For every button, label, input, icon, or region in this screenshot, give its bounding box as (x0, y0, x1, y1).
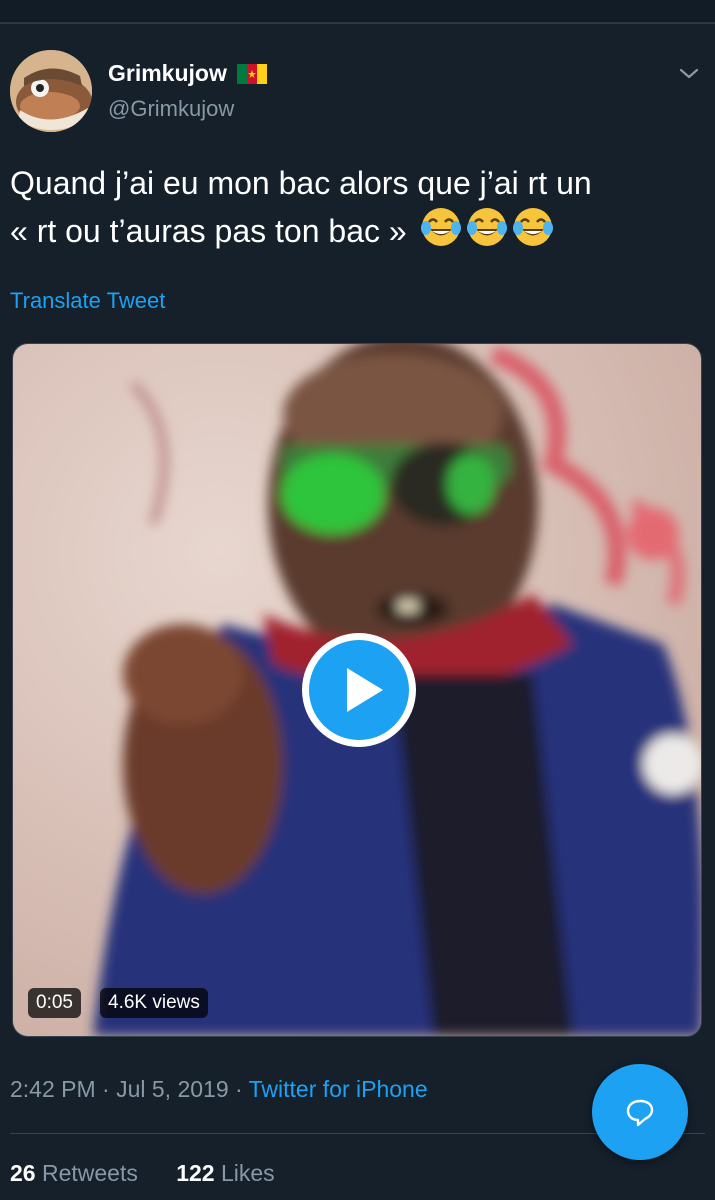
previous-tweet-edge (0, 0, 715, 22)
display-name-row[interactable]: Grimkujow (108, 60, 267, 87)
cameroon-flag-icon (236, 63, 267, 84)
tweet-text: Quand j’ai eu mon bac alors que j’ai rt … (10, 160, 700, 254)
tears-of-joy-emoji-icon (420, 208, 461, 246)
video-duration-badge: 0:05 (28, 988, 81, 1018)
display-name[interactable]: Grimkujow (108, 60, 227, 87)
tweet-text-line-2-text: « rt ou t’auras pas ton bac » (10, 213, 407, 249)
retweets-count: 26 (10, 1160, 36, 1186)
tweet-text-line-2: « rt ou t’auras pas ton bac » (10, 206, 700, 254)
video-views-badge: 4.6K views (100, 988, 208, 1018)
tweet-source-link[interactable]: Twitter for iPhone (249, 1076, 428, 1102)
divider (0, 22, 715, 24)
tears-of-joy-emoji-icon (512, 208, 553, 246)
video-player[interactable] (12, 343, 702, 1037)
avatar[interactable] (10, 50, 92, 132)
retweets-label: Retweets (35, 1160, 138, 1186)
compose-reply-icon (626, 1099, 654, 1127)
tweet-timestamp[interactable]: 2:42 PM · Jul 5, 2019 · (10, 1076, 249, 1102)
tweet-text-line-1: Quand j’ai eu mon bac alors que j’ai rt … (10, 165, 592, 201)
likes-count: 122 (176, 1160, 215, 1186)
chevron-down-icon[interactable] (677, 62, 701, 86)
user-handle[interactable]: @Grimkujow (108, 96, 234, 122)
tears-of-joy-emoji-icon (466, 208, 507, 246)
play-icon[interactable] (299, 630, 419, 750)
retweets-stat[interactable]: 26 Retweets (10, 1160, 138, 1186)
compose-reply-button[interactable] (592, 1064, 688, 1160)
tweet-metadata: 2:42 PM · Jul 5, 2019 · Twitter for iPho… (10, 1076, 428, 1103)
tweet-stats: 26 Retweets 122 Likes (10, 1160, 275, 1187)
likes-label: Likes (214, 1160, 275, 1186)
translate-tweet-link[interactable]: Translate Tweet (10, 288, 165, 314)
likes-stat[interactable]: 122 Likes (176, 1160, 274, 1186)
